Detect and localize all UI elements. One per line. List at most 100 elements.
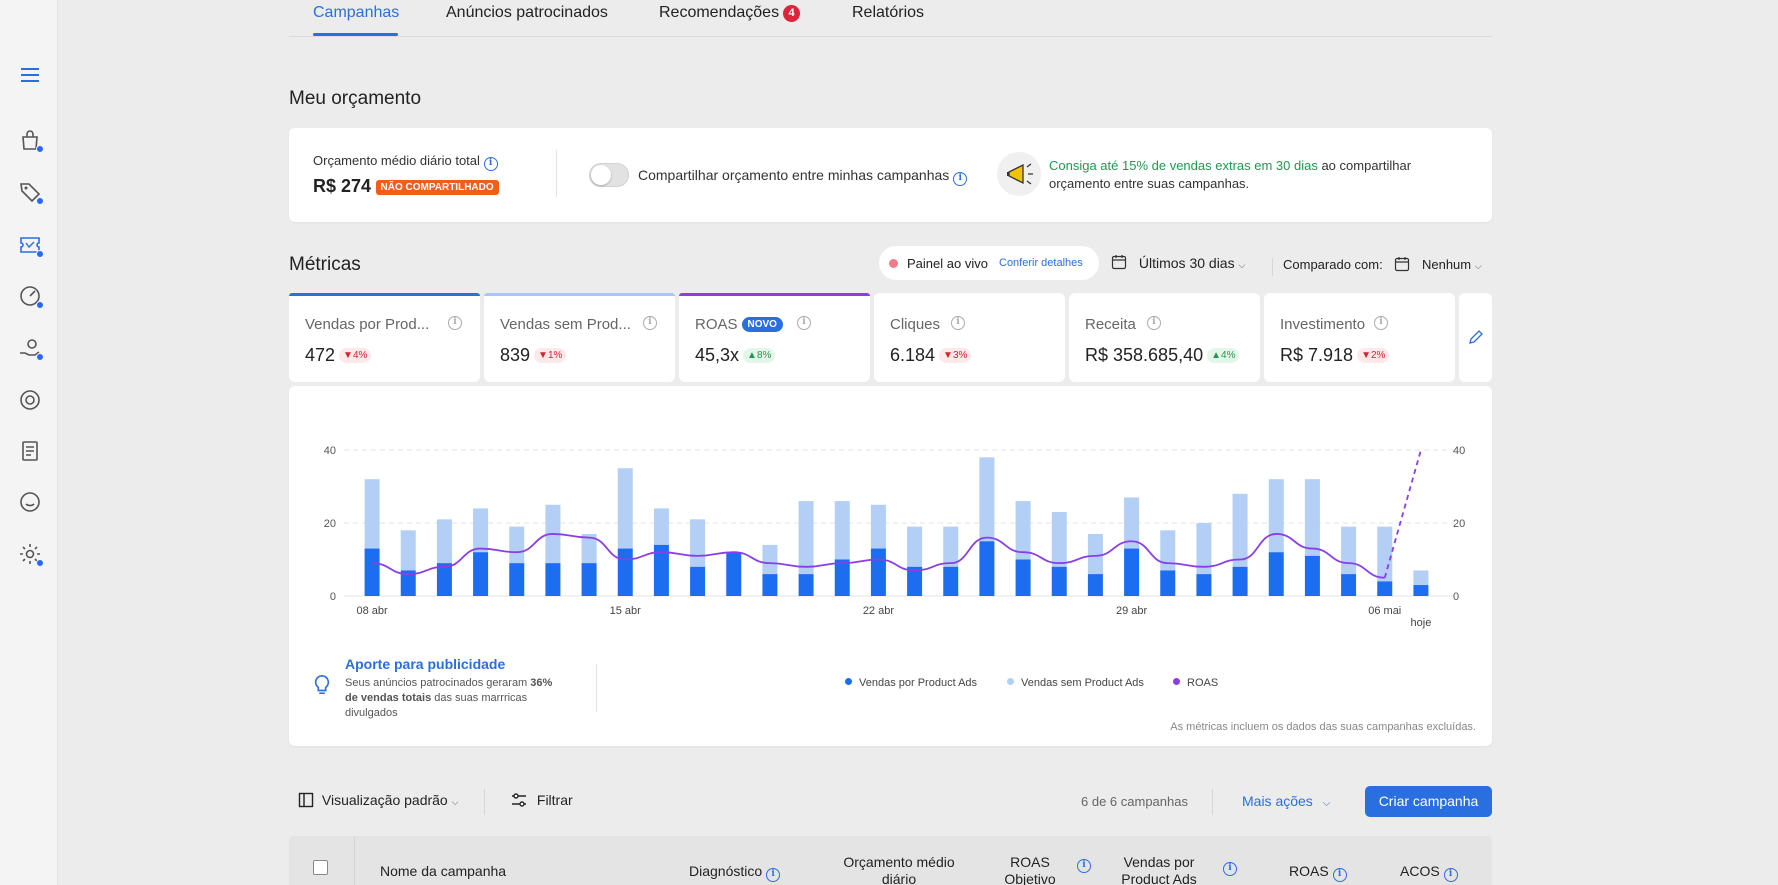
more-actions-label: Mais ações <box>1242 793 1313 809</box>
info-icon[interactable]: i <box>1077 859 1091 873</box>
chevron-down-icon: ⌵ <box>1474 261 1482 271</box>
target-icon[interactable] <box>16 386 44 414</box>
tab-recomendacoes[interactable]: Recomendações 4 <box>659 4 801 22</box>
bar-vendas-sem-product-ads <box>1087 533 1103 575</box>
price-tag-icon[interactable] <box>16 178 44 206</box>
shopping-bag-icon[interactable] <box>16 126 44 154</box>
y-tick-label-right: 0 <box>1453 591 1459 603</box>
budget-value: R$ 274 <box>313 176 372 196</box>
x-tick-label: 15 abr <box>610 605 642 617</box>
metric-card-vendas-sem-product-ads[interactable]: Vendas sem Prod... i 839 ▼1% <box>484 293 675 382</box>
column-header-orcamento[interactable]: Orçamento médio diário <box>834 854 964 885</box>
support-face-icon[interactable] <box>16 488 44 516</box>
more-actions-button[interactable]: Mais ações ⌵ <box>1242 793 1330 809</box>
chart-card: 0 0 20 20 40 40 08 abr 15 abr 22 abr 29 abr 06 mai… <box>289 386 1492 746</box>
create-campaign-button[interactable]: Criar campanha <box>1365 786 1492 817</box>
not-shared-badge: NÃO COMPARTILHADO <box>375 180 499 195</box>
metric-value-row: 472 ▼4% <box>305 345 372 366</box>
document-icon[interactable] <box>16 437 44 465</box>
budget-title: Meu orçamento <box>289 88 422 109</box>
info-icon[interactable]: i <box>1223 862 1237 876</box>
tab-bar: Campanhas Anúncios patrocinados Recomend… <box>289 0 1492 37</box>
metrics-chart: 0 0 20 20 40 40 08 abr 15 abr 22 abr 29 abr 06 mai… <box>324 445 1466 629</box>
info-icon[interactable]: i <box>797 316 811 330</box>
gear-icon[interactable] <box>16 540 44 568</box>
info-icon[interactable]: i <box>643 316 657 330</box>
period-value: Últimos 30 dias <box>1138 255 1235 271</box>
ads-ticket-icon[interactable] <box>16 231 44 259</box>
bar-vendas-product-ads <box>364 548 380 596</box>
tab-relatorios[interactable]: Relatórios <box>852 4 924 22</box>
legend-roas[interactable]: ROAS <box>1173 677 1218 689</box>
chevron-down-icon: ⌵ <box>1322 798 1331 809</box>
bar-vendas-product-ads <box>1160 570 1176 596</box>
bar-vendas-product-ads <box>473 552 489 596</box>
bar-vendas-sem-product-ads <box>1341 526 1357 575</box>
edit-metrics-button[interactable] <box>1459 293 1492 382</box>
compare-row[interactable]: Comparado com: Nenhum ⌵ <box>1273 256 1482 272</box>
money-hand-icon[interactable] <box>16 334 44 362</box>
divider <box>556 150 557 197</box>
bar-vendas-product-ads <box>1377 581 1393 596</box>
filter-button[interactable]: Filtrar <box>511 792 573 808</box>
column-header-acos[interactable]: ACOS i <box>1400 863 1458 882</box>
toggle-label-row: Compartilhar orçamento entre minhas camp… <box>638 167 968 186</box>
filter-sliders-icon <box>511 792 527 808</box>
metric-card-vendas-product-ads[interactable]: Vendas por Prod... i 472 ▼4% <box>289 293 480 382</box>
info-icon[interactable]: i <box>448 316 462 330</box>
metrics-title: Métricas <box>289 254 361 275</box>
view-label: Visualização padrão <box>321 792 448 808</box>
info-icon[interactable]: i <box>766 868 781 882</box>
bar-vendas-sem-product-ads <box>1268 479 1284 553</box>
metric-delta: ▲4% <box>1207 348 1240 363</box>
tab-anuncios-patrocinados[interactable]: Anúncios patrocinados <box>446 4 608 22</box>
bar-vendas-sem-product-ads <box>1160 530 1176 571</box>
tab-campanhas[interactable]: Campanhas <box>313 4 399 22</box>
info-icon[interactable]: i <box>951 316 965 330</box>
legend-vendas-product-ads[interactable]: Vendas por Product Ads <box>845 677 977 689</box>
info-icon[interactable]: i <box>1332 868 1347 882</box>
info-icon[interactable]: i <box>483 157 498 171</box>
share-budget-toggle[interactable] <box>589 163 629 187</box>
live-panel-pill[interactable]: Painel ao vivo Conferir detalhes <box>879 246 1099 280</box>
menu-icon[interactable] <box>16 61 44 89</box>
metric-card-cliques[interactable]: Cliques i 6.184 ▼3% <box>874 293 1065 382</box>
metric-label: Vendas sem Prod... <box>500 316 631 333</box>
legend-vendas-sem-product-ads[interactable]: Vendas sem Product Ads <box>1007 677 1144 689</box>
select-all-checkbox[interactable] <box>313 860 328 875</box>
metric-card-investimento[interactable]: Investimento i R$ 7.918 ▼2% <box>1264 293 1455 382</box>
info-icon[interactable]: i <box>1374 316 1388 330</box>
insight-title[interactable]: Aporte para publicidade <box>345 656 505 672</box>
bar-vendas-sem-product-ads <box>762 544 778 575</box>
column-header-diagnostico[interactable]: Diagnóstico i <box>689 863 781 882</box>
metric-label: Investimento <box>1280 316 1366 333</box>
metric-accent-bar <box>679 293 870 296</box>
live-details-link[interactable]: Conferir detalhes <box>999 257 1083 269</box>
info-icon[interactable]: i <box>1147 316 1161 330</box>
bar-vendas-sem-product-ads <box>653 508 669 545</box>
period-select[interactable]: Últimos 30 dias ⌵ <box>1111 254 1245 271</box>
promo-text: Consiga até 15% de vendas extras em 30 d… <box>1049 157 1411 193</box>
info-icon[interactable]: i <box>1443 868 1458 882</box>
bar-vendas-product-ads <box>798 574 814 596</box>
view-select[interactable]: Visualização padrão ⌵ <box>298 792 458 808</box>
speedometer-icon[interactable] <box>16 282 44 310</box>
x-tick-label: 08 abr <box>356 605 388 617</box>
metric-value: R$ 7.918 <box>1280 345 1354 365</box>
bar-vendas-product-ads <box>979 541 995 596</box>
promo-text-1: ao compartilhar <box>1317 158 1412 173</box>
metric-label: ROAS <box>695 316 738 333</box>
info-icon[interactable]: i <box>953 172 968 186</box>
metric-card-roas[interactable]: ROAS NOVO i 45,3x ▲8% <box>679 293 870 382</box>
bar-vendas-sem-product-ads <box>1015 501 1031 560</box>
megaphone-icon <box>997 152 1041 196</box>
columns-icon <box>298 792 314 808</box>
metric-card-receita[interactable]: Receita i R$ 358.685,40 ▲4% <box>1069 293 1260 382</box>
column-header-roas-objetivo[interactable]: ROAS Objetivo <box>994 854 1066 885</box>
metric-value: 6.184 <box>890 345 936 365</box>
metric-accent-bar <box>484 293 675 296</box>
column-header-vendas-product-ads[interactable]: Vendas por Product Ads <box>1114 854 1204 885</box>
campaign-count: 6 de 6 campanhas <box>1081 794 1188 809</box>
column-header-nome[interactable]: Nome da campanha <box>380 863 506 880</box>
column-header-roas[interactable]: ROAS i <box>1289 863 1347 882</box>
